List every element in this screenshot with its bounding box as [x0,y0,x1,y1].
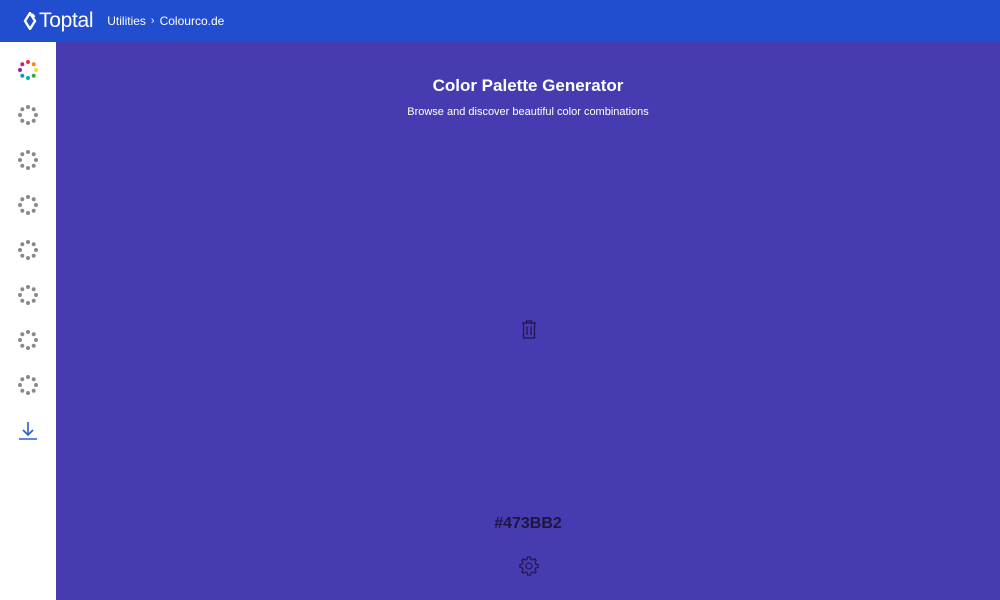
brand-name: Toptal [39,9,94,32]
sidebar-item-color-wheel[interactable] [0,52,56,88]
sidebar-item-mode-6[interactable] [0,277,56,313]
sidebar-item-mode-7[interactable] [0,322,56,358]
dots-circle-icon [18,375,38,395]
breadcrumb-separator: › [150,15,155,27]
color-swatch-panel: Color Palette Generator Browse and disco… [56,42,1000,600]
dots-circle-icon [18,285,38,305]
dots-circle-icon [18,150,38,170]
breadcrumb-utilities[interactable]: Utilities [107,14,146,28]
toptal-logo-icon [23,12,37,30]
sidebar [0,42,56,600]
sidebar-item-mode-5[interactable] [0,232,56,268]
gear-icon[interactable] [518,555,540,577]
sidebar-item-download[interactable] [0,413,56,449]
dots-circle-icon [18,195,38,215]
sidebar-item-mode-2[interactable] [0,97,56,133]
download-icon [19,422,37,440]
top-bar: Toptal Utilities › Colourco.de [0,0,1000,42]
toptal-logo[interactable]: Toptal [23,9,94,33]
sidebar-item-mode-3[interactable] [0,142,56,178]
dots-circle-icon [18,330,38,350]
trash-icon[interactable] [519,318,539,340]
dots-circle-icon [18,240,38,260]
sidebar-item-mode-8[interactable] [0,367,56,403]
breadcrumb-colourco[interactable]: Colourco.de [160,14,225,28]
sidebar-item-mode-4[interactable] [0,187,56,223]
page-title: Color Palette Generator [432,76,624,95]
swatch-hex-value[interactable]: #473BB2 [56,515,1000,533]
dots-circle-icon [18,105,38,125]
page-subtitle: Browse and discover beautiful color comb… [407,106,649,118]
color-wheel-icon [18,60,38,80]
breadcrumb: Utilities › Colourco.de [107,14,224,28]
